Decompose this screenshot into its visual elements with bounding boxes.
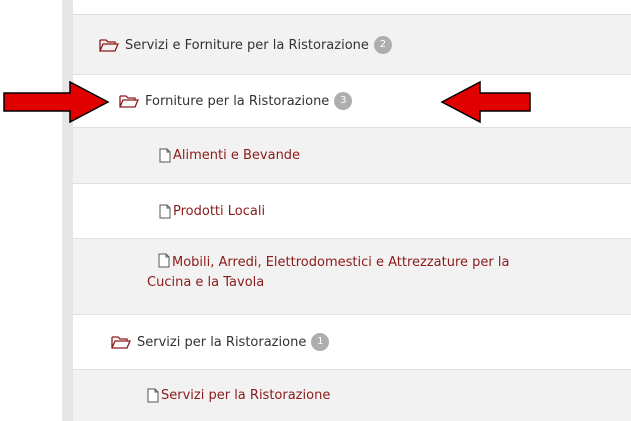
tree-node-label: Forniture per la Ristorazione (145, 93, 330, 109)
document-icon (159, 148, 171, 163)
tree-leaf-link[interactable]: Prodotti Locali (173, 204, 265, 219)
tree-leaf-servizi-ristorazione[interactable]: Servizi per la Ristorazione (73, 370, 631, 421)
folder-open-icon (111, 336, 131, 349)
tree-leaf-line-1: Mobili, Arredi, Elettrodomestici e Attre… (158, 253, 509, 273)
count-badge: 1 (311, 333, 330, 351)
document-icon (158, 253, 170, 268)
tree-leaf-link[interactable]: Servizi per la Ristorazione (161, 388, 330, 403)
tree-leaf-mobili-arredi[interactable]: Mobili, Arredi, Elettrodomestici e Attre… (73, 239, 631, 315)
tree-leaf-link[interactable]: Alimenti e Bevande (173, 148, 300, 163)
tree-left-strip (62, 0, 73, 421)
tree-leaf-alimenti[interactable]: Alimenti e Bevande (73, 128, 631, 184)
tree-leaf-prodotti-locali[interactable]: Prodotti Locali (73, 184, 631, 239)
tree-leaf-link[interactable]: Mobili, Arredi, Elettrodomestici e Attre… (172, 255, 509, 270)
tree-node-servizi[interactable]: Servizi per la Ristorazione 1 (73, 315, 631, 370)
document-icon (159, 204, 171, 218)
tree-node-forniture[interactable]: Forniture per la Ristorazione 3 (73, 75, 631, 128)
document-icon (147, 388, 159, 403)
tree-node-label: Servizi e Forniture per la Ristorazione (125, 37, 369, 53)
red-arrow-left-icon (440, 80, 531, 124)
folder-open-icon (99, 39, 119, 52)
folder-open-icon (119, 95, 139, 108)
count-badge: 3 (334, 92, 353, 110)
red-arrow-right-icon (3, 80, 110, 124)
tree-node-servizi-forniture[interactable]: Servizi e Forniture per la Ristorazione … (73, 16, 631, 75)
tree-node-label: Servizi per la Ristorazione (137, 334, 307, 350)
count-badge: 2 (373, 36, 392, 54)
tree-leaf-link-continued[interactable]: Cucina e la Tavola (147, 275, 264, 290)
tree-row-top-stub (73, 0, 631, 15)
tree-leaf-line-2: Cucina e la Tavola (147, 273, 264, 293)
